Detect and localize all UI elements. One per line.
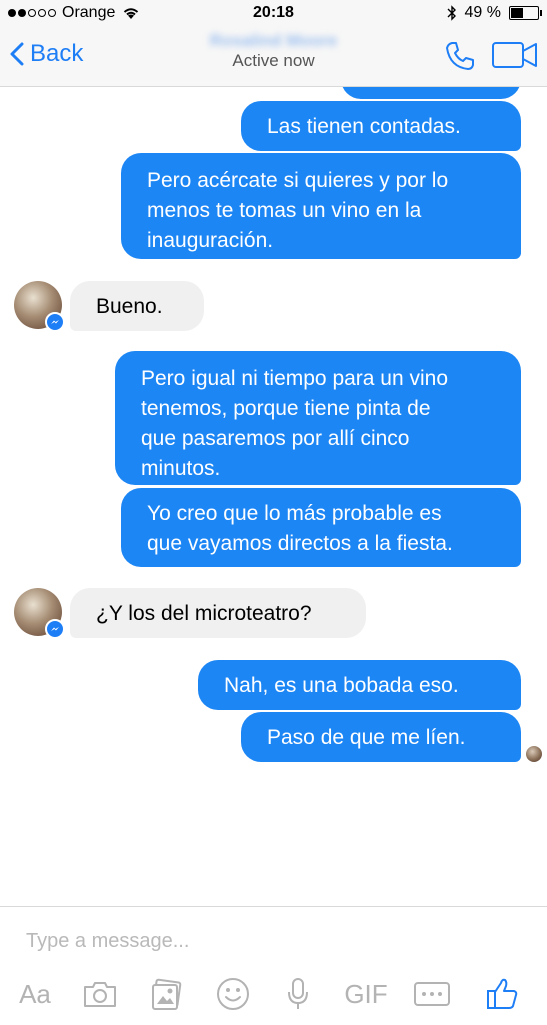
camera-button[interactable] [80,971,120,1017]
seen-avatar [526,746,542,762]
messenger-badge-icon [45,619,65,639]
text-style-button[interactable]: Aa [14,971,56,1017]
contact-avatar[interactable] [14,281,65,332]
composer-toolbar: Aa GIF [0,971,547,1017]
battery-icon [509,6,542,20]
message-bubble-out[interactable]: Nah, es una bobada eso. [198,660,521,710]
photos-button[interactable] [146,971,186,1017]
message-bubble-in[interactable]: Bueno. [70,281,204,331]
status-right: 49 % [447,4,542,22]
like-icon [487,978,518,1009]
gif-label: GIF [344,978,388,1009]
contact-avatar[interactable] [14,588,65,639]
message-bubble-out[interactable]: Paso de que me líen. [241,712,521,762]
emoji-icon [217,978,249,1010]
battery-percent: 49 % [464,4,501,21]
message-bubble-cutoff[interactable] [341,87,521,99]
message-bubble-out[interactable]: Pero acércate si quieres y por lo menos … [121,153,521,259]
message-bubble-out[interactable]: Yo creo que lo más probable es que vayam… [121,488,521,567]
status-bar: Orange 20:18 49 % [0,0,547,28]
text-style-label: Aa [19,978,51,1009]
message-bubble-out[interactable]: Pero igual ni tiempo para un vino tenemo… [115,351,521,485]
messenger-badge-icon [45,312,65,332]
camera-icon [84,982,116,1007]
photos-icon [152,978,182,1010]
composer: Aa [0,906,547,1025]
like-button[interactable] [482,971,522,1017]
phone-icon[interactable] [444,40,476,72]
gif-button[interactable]: GIF [340,971,392,1017]
message-bubble-out[interactable]: Las tienen contadas. [241,101,521,151]
message-bubble-in[interactable]: ¿Y los del microteatro? [70,588,366,638]
message-input[interactable] [24,925,508,957]
more-button[interactable] [412,971,452,1017]
emoji-button[interactable] [213,971,253,1017]
video-camera-icon[interactable] [492,42,538,68]
microphone-icon [288,978,308,1009]
bluetooth-icon [447,5,456,21]
voice-button[interactable] [280,971,316,1017]
conversation-header: Back Rosalind Moore Active now [0,28,547,87]
message-thread[interactable]: Las tienen contadas. Pero acércate si qu… [0,87,547,907]
more-icon [414,982,450,1006]
